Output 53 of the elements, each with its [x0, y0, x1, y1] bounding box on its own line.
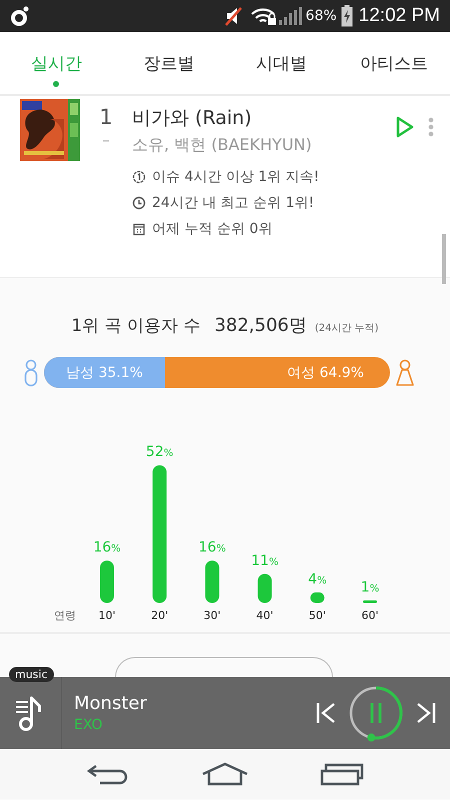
- value-label: 1%: [360, 579, 380, 596]
- music-badge: music: [9, 667, 54, 682]
- app-logo-icon: [10, 6, 30, 26]
- chart-bar: [363, 600, 377, 603]
- home-icon[interactable]: [200, 762, 249, 786]
- female-share: 여성 64.9%: [287, 364, 364, 382]
- tab[interactable]: 시대별: [225, 32, 338, 94]
- artist-name: 소유, 백현 (BAEKHYUN): [132, 135, 313, 156]
- female-user-icon: [396, 358, 414, 386]
- signal-icon: [278, 6, 302, 26]
- chart-bar: [258, 574, 272, 603]
- back-icon[interactable]: [86, 762, 130, 786]
- male-share: 남성 35.1%: [66, 364, 143, 382]
- male-user-icon: [24, 358, 38, 386]
- mute-icon: [224, 6, 244, 26]
- age-label: 10': [98, 609, 116, 622]
- value-label: 16%: [93, 540, 121, 556]
- wifi-lock-icon: [250, 6, 278, 26]
- axis-label: 연령: [54, 609, 76, 622]
- calendar-icon: [132, 222, 146, 236]
- chart-fact: 어제 누적 순위 0위: [152, 220, 272, 238]
- chart-bar: [205, 560, 220, 603]
- battery-percent: 68%: [306, 8, 337, 24]
- song-title: 비가와 (Rain): [132, 106, 253, 131]
- rank-number: 1: [99, 105, 113, 129]
- clock: 12:02 PM: [358, 5, 440, 27]
- age-label: 40': [256, 609, 274, 622]
- age-label: 50': [308, 609, 326, 622]
- stat-title: 1위 곡 이용자 수: [71, 315, 200, 337]
- chart-bar: [310, 592, 324, 603]
- badge-one-icon: [132, 170, 146, 184]
- count-note: (24시간 누적): [314, 322, 379, 335]
- age-label: 60': [361, 609, 379, 622]
- tab[interactable]: 아티스트: [338, 32, 450, 94]
- chart-fact: 이슈 4시간 이상 1위 지속!: [152, 168, 320, 186]
- value-label: 16%: [198, 540, 226, 556]
- chart-fact: 24시간 내 최고 순위 1위!: [152, 194, 314, 212]
- now-playing-title: Monster: [74, 693, 148, 714]
- age-label: 30': [204, 609, 221, 622]
- listener-count: 382,506명: [214, 314, 307, 337]
- recent-apps-icon[interactable]: [320, 762, 364, 786]
- value-label: 11%: [251, 552, 278, 569]
- rank-change: –: [102, 131, 110, 149]
- scrollbar: [442, 234, 446, 284]
- value-label: 52%: [146, 444, 174, 460]
- selected-dot-icon: [53, 81, 60, 87]
- chart-bar: [100, 560, 114, 603]
- age-label: 20': [151, 609, 168, 622]
- value-label: 4%: [308, 571, 327, 588]
- clock-icon: [132, 196, 146, 210]
- now-playing-artist: EXO: [74, 717, 104, 733]
- battery-charging-icon: [340, 5, 353, 27]
- tab[interactable]: 장르별: [112, 32, 225, 94]
